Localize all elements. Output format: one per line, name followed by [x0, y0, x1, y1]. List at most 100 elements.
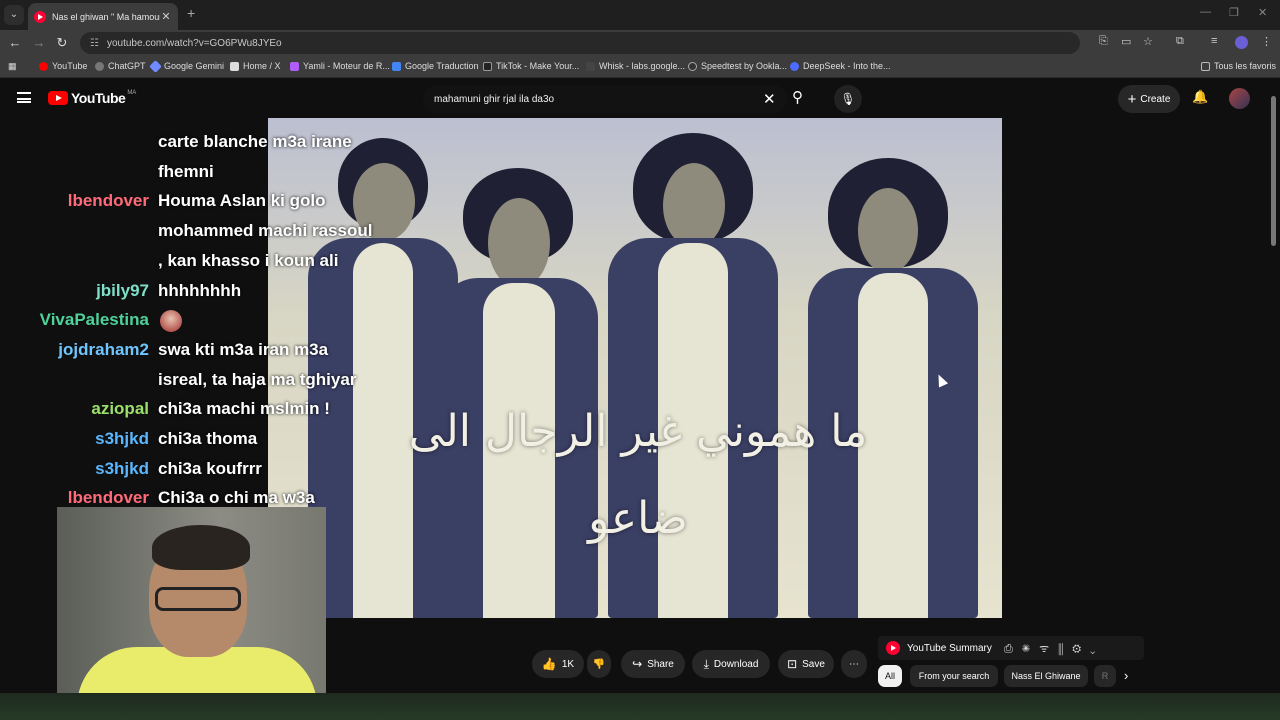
chat-text: hhhhhhhh	[158, 280, 242, 300]
chat-text: chi3a koufrrr	[158, 458, 262, 478]
chat-message: lbendover Houma Aslan ki golo	[0, 187, 400, 215]
whisk-bookmark-icon	[586, 61, 595, 71]
bookmark-x[interactable]: Home / X	[230, 61, 281, 71]
webcam-glasses	[155, 587, 241, 611]
chat-message: jbily97 hhhhhhhh	[0, 277, 400, 305]
bookmark-tiktok[interactable]: TikTok - Make Your...	[483, 61, 579, 71]
chat-text: fhemni	[158, 161, 214, 181]
new-tab-plus-icon[interactable]: +	[187, 5, 195, 21]
page-scrollbar[interactable]	[1270, 88, 1278, 693]
bookmark-deepseek[interactable]: DeepSeek - Into the...	[790, 61, 891, 71]
summary-tool-icons[interactable]: ⎙✺ᯤ⫼⚙⌄	[1004, 641, 1104, 656]
bookmark-label: Home / X	[243, 61, 281, 71]
chat-author[interactable]: aziopal	[0, 395, 149, 423]
apps-grid-icon[interactable]: ▦	[8, 61, 17, 72]
download-button[interactable]: ⤓ Download	[692, 650, 770, 678]
extensions-icon[interactable]: ⧉	[1176, 35, 1184, 48]
hamburger-menu-icon[interactable]	[17, 92, 31, 103]
share-arrow-icon: ↪	[632, 657, 643, 671]
bookmark-speedtest[interactable]: Speedtest by Ookla...	[688, 61, 787, 71]
youtube-logo[interactable]: YouTube MA	[48, 90, 136, 106]
youtube-header: YouTube MA mahamuni ghir rjal ila da3o ✕…	[0, 80, 1280, 118]
browser-toolbar: ← → ↻ ☷ youtube.com/watch?v=GO6PWu8JYEo …	[0, 30, 1280, 56]
share-button[interactable]: ↪ Share	[621, 650, 685, 678]
site-info-icon[interactable]: ☷	[90, 38, 99, 49]
chip-nass-el-ghiwane[interactable]: Nass El Ghiwane	[1004, 665, 1088, 687]
address-bar[interactable]: ☷ youtube.com/watch?v=GO6PWu8JYEo	[80, 32, 1080, 54]
chat-author[interactable]: jojdraham2	[0, 336, 149, 364]
bookmark-yamli[interactable]: Yamli - Moteur de R...	[290, 61, 390, 71]
like-button[interactable]: 👍 1K	[532, 650, 584, 678]
bookmark-label: YouTube	[52, 61, 88, 71]
cast-icon[interactable]: ▭	[1121, 35, 1131, 48]
chat-author[interactable]: lbendover	[0, 187, 149, 215]
create-label: Create	[1140, 93, 1171, 105]
video-actions-bar: 👍 1K 👎 ↪ Share ⤓ Download ⊡ Save ⋯	[0, 630, 880, 690]
microphone-icon[interactable]: 🎙	[834, 85, 862, 113]
chat-author[interactable]: VivaPalestina	[0, 306, 149, 334]
clear-search-icon[interactable]: ✕	[763, 90, 776, 108]
dislike-button[interactable]: 👎	[587, 650, 611, 678]
bookmark-chatgpt[interactable]: ChatGPT	[95, 61, 146, 71]
tab-title: Nas el ghiwan " Ma hamouni"	[52, 11, 160, 22]
bookmark-label: Yamli - Moteur de R...	[303, 61, 390, 71]
bookmark-whisk[interactable]: Whisk - labs.google...	[586, 61, 685, 71]
more-actions-button[interactable]: ⋯	[841, 650, 867, 678]
chip-from-your-search[interactable]: From your search	[910, 665, 998, 687]
tiktok-bookmark-icon	[483, 61, 492, 71]
speedtest-bookmark-icon	[688, 61, 697, 71]
youtube-summary-logo-icon	[886, 641, 900, 655]
browser-menu-icon[interactable]: ⋮	[1261, 35, 1272, 48]
more-horizontal-icon: ⋯	[849, 658, 859, 670]
minimize-icon[interactable]: —	[1200, 6, 1211, 18]
url-text: youtube.com/watch?v=GO6PWu8JYEo	[106, 37, 282, 49]
profile-avatar-icon[interactable]	[1235, 36, 1248, 49]
chat-author[interactable]: s3hjkd	[0, 425, 149, 453]
window-close-icon[interactable]: ✕	[1258, 6, 1267, 19]
maximize-icon[interactable]: ❐	[1229, 6, 1239, 19]
search-icon[interactable]: ⚲	[792, 88, 803, 106]
bookmark-youtube[interactable]: YouTube	[39, 61, 87, 71]
chips-next-chevron-icon[interactable]: ›	[1124, 668, 1128, 683]
page-bottom-strip	[0, 693, 1280, 720]
bookmark-gemini[interactable]: Google Gemini	[149, 59, 224, 73]
gemini-bookmark-icon	[149, 59, 162, 73]
notifications-bell-icon[interactable]: 🔔	[1192, 89, 1208, 105]
tab-list-chevron-icon[interactable]: ⌄	[4, 5, 24, 25]
back-arrow-icon[interactable]: ←	[7, 35, 23, 50]
chat-message: aziopal chi3a machi mslmin !	[0, 395, 400, 423]
all-bookmarks-folder[interactable]: Tous les favoris	[1201, 61, 1276, 71]
recommendation-chips: All From your search Nass El Ghiwane R ›	[878, 665, 1140, 689]
chat-author[interactable]: s3hjkd	[0, 455, 149, 483]
save-button[interactable]: ⊡ Save	[778, 650, 834, 678]
bookmark-star-icon[interactable]: ☆	[1143, 35, 1153, 48]
translate-icon[interactable]: ⎘	[1099, 35, 1108, 48]
figure-head	[858, 188, 918, 273]
forward-arrow-icon[interactable]: →	[31, 35, 47, 50]
video-caption-line-1: ما هموني غير الرجال الى	[408, 406, 868, 457]
browser-tab-active[interactable]: Nas el ghiwan " Ma hamouni" ✕	[28, 3, 178, 30]
tab-close-icon[interactable]: ✕	[160, 10, 172, 23]
create-button[interactable]: + Create	[1118, 85, 1180, 113]
bookmark-save-icon: ⊡	[787, 657, 798, 671]
bookmark-label: Whisk - labs.google...	[599, 61, 686, 71]
youtube-summary-extension[interactable]: YouTube Summary ⎙✺ᯤ⫼⚙⌄	[878, 636, 1144, 660]
reload-icon[interactable]: ↻	[54, 35, 70, 51]
chat-author[interactable]: jbily97	[0, 277, 149, 305]
account-avatar[interactable]	[1229, 88, 1250, 109]
chat-message: carte blanche m3a irane	[0, 128, 400, 156]
download-icon: ⤓	[703, 656, 709, 671]
bookmark-label: Speedtest by Ookla...	[701, 61, 788, 71]
chip-all[interactable]: All	[878, 665, 902, 687]
chat-text: carte blanche m3a irane	[158, 132, 352, 151]
chip-more[interactable]: R	[1094, 665, 1116, 687]
youtube-bookmark-icon	[39, 61, 48, 71]
bookmark-google-translate[interactable]: Google Traduction	[392, 61, 479, 71]
youtube-play-logo-icon	[48, 91, 68, 105]
scrollbar-thumb[interactable]	[1271, 96, 1276, 246]
plus-icon: +	[1127, 90, 1137, 108]
youtube-favicon-icon	[34, 10, 46, 23]
chat-message: fhemni	[0, 158, 400, 186]
search-input[interactable]: mahamuni ghir rjal ila da3o ✕	[423, 85, 787, 113]
media-control-icon[interactable]: ≡	[1211, 35, 1217, 47]
